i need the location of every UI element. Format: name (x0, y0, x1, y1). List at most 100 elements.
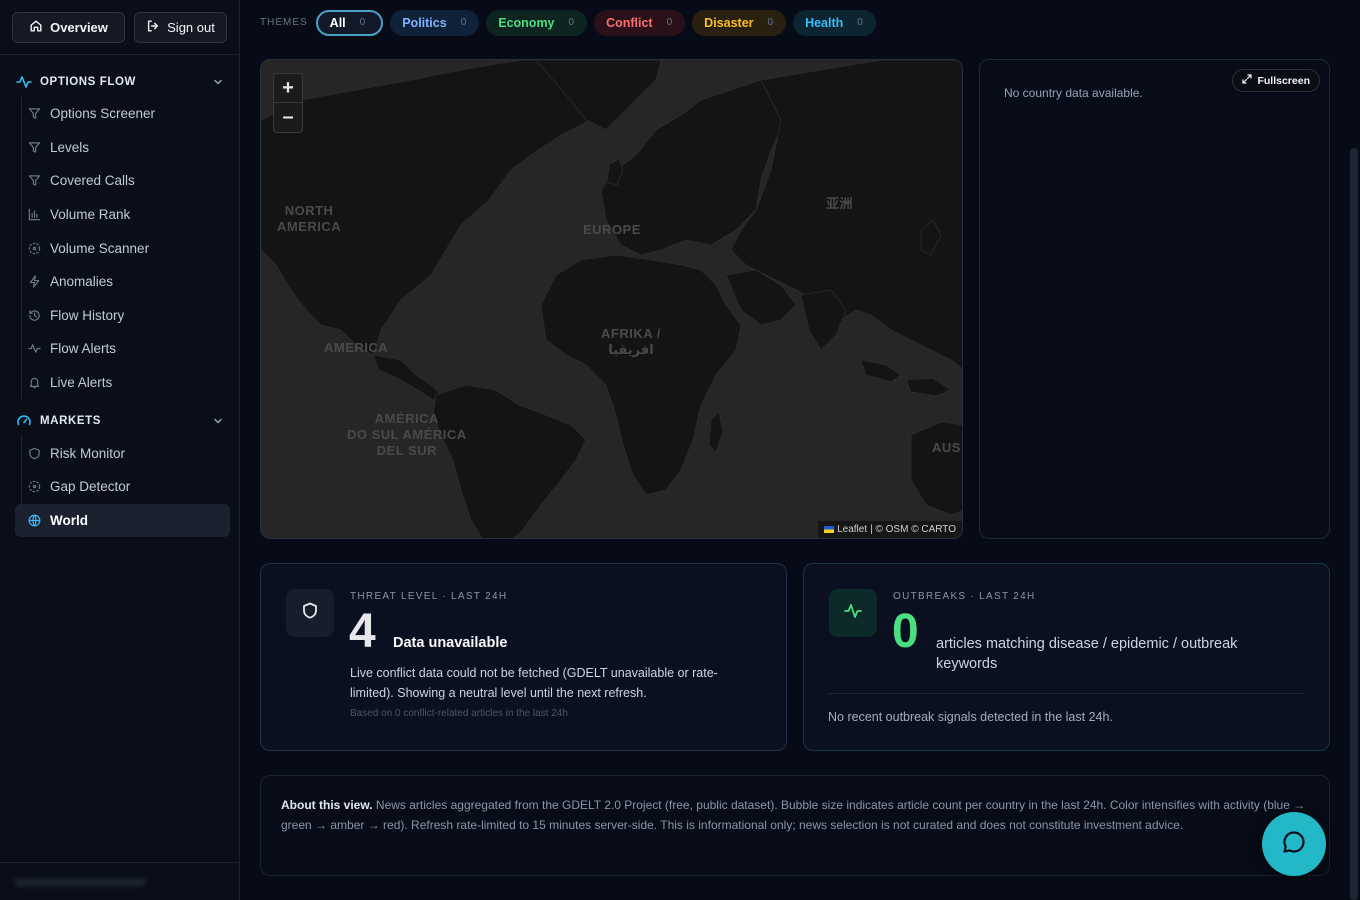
sidebar-item-volume-rank[interactable]: Volume Rank (22, 198, 239, 232)
filter-icon (28, 174, 41, 187)
theme-chip-conflict[interactable]: Conflict 0 (594, 9, 686, 36)
chip-count: 0 (359, 17, 366, 28)
bell-icon (28, 376, 41, 389)
zoom-out-button[interactable]: – (274, 103, 302, 132)
section-header-options-flow[interactable]: OPTIONS FLOW (16, 72, 224, 92)
chip-label: Politics (402, 15, 447, 30)
leaflet-link[interactable]: Leaflet (837, 524, 867, 535)
map-label-south-america: AMÉRICA DO SUL AMÉRICA DEL SUR (347, 411, 467, 458)
map-label-europe: EUROPE (583, 222, 641, 237)
sign-out-label: Sign out (167, 20, 215, 35)
sidebar-item-world[interactable]: World (15, 503, 230, 538)
zoom-control: + – (273, 73, 303, 133)
theme-chip-disaster[interactable]: Disaster 0 (692, 9, 787, 36)
chip-count: 0 (568, 17, 575, 28)
overview-button[interactable]: Overview (12, 12, 125, 43)
sidebar-footer: ■■■■■■■■■■■■■■■■■■ (0, 862, 240, 900)
shield-icon (28, 447, 41, 460)
home-icon (29, 19, 43, 36)
chip-count: 0 (857, 17, 863, 28)
theme-chip-all[interactable]: All 0 (315, 9, 384, 36)
sign-out-icon (146, 19, 160, 36)
section-title: OPTIONS FLOW (40, 76, 136, 88)
ukraine-flag-icon (824, 526, 835, 533)
threat-level-value: 4 (349, 605, 376, 658)
outbreaks-card: OUTBREAKS · LAST 24H 0 articles matching… (803, 563, 1330, 751)
map-label-north-america: NORTH AMERICA (277, 203, 342, 234)
bar-chart-icon (28, 208, 41, 221)
gauge-icon (16, 413, 32, 429)
outbreak-footnote: No recent outbreak signals detected in t… (828, 710, 1113, 724)
sidebar-item-label: Anomalies (50, 274, 114, 290)
sidebar-item-label: Gap Detector (50, 479, 131, 495)
sidebar-item-covered-calls[interactable]: Covered Calls (22, 164, 239, 198)
outbreak-count: 0 (892, 605, 919, 658)
overview-label: Overview (50, 20, 108, 35)
sidebar-item-gap-detector[interactable]: Gap Detector (22, 470, 239, 504)
threat-level-card: THREAT LEVEL · LAST 24H 4 Data unavailab… (260, 563, 787, 751)
threat-footnote: Based on 0 conflict-related articles in … (350, 708, 568, 719)
sidebar: Overview Sign out OPTIONS FLOW Options S… (0, 0, 240, 900)
country-detail-panel: No country data available. Fullscreen (979, 59, 1330, 539)
scanner-icon (28, 242, 41, 255)
threat-description: Live conflict data could not be fetched … (350, 666, 718, 700)
chip-label: Disaster (704, 15, 754, 30)
activity-icon (16, 74, 32, 90)
world-map-land (261, 60, 962, 538)
sidebar-item-label: World (50, 512, 88, 528)
chip-label: All (329, 15, 346, 30)
section-header-markets[interactable]: MARKETS (16, 411, 224, 431)
chip-count: 0 (666, 17, 673, 28)
sidebar-item-label: Options Screener (50, 106, 156, 122)
sidebar-item-live-alerts[interactable]: Live Alerts (22, 366, 239, 400)
sidebar-item-flow-alerts[interactable]: Flow Alerts (22, 332, 239, 366)
map-label-africa: AFRIKA / افريقيا (601, 326, 661, 357)
chip-label: Economy (498, 15, 555, 30)
threat-icon-box (286, 589, 334, 637)
sidebar-item-label: Levels (50, 139, 90, 155)
theme-chip-politics[interactable]: Politics 0 (390, 9, 480, 36)
world-map[interactable]: NORTH AMERICA EUROPE 亚洲 AFRIKA / افريقيا… (260, 59, 963, 539)
sidebar-item-flow-history[interactable]: Flow History (22, 299, 239, 333)
chat-button[interactable] (1262, 812, 1326, 876)
map-label-australia: AUS (932, 440, 961, 455)
sidebar-item-label: Live Alerts (50, 375, 113, 391)
sidebar-item-volume-scanner[interactable]: Volume Scanner (22, 231, 239, 265)
activity-icon (28, 342, 41, 355)
about-section: About this view. News articles aggregate… (260, 775, 1330, 876)
lightning-icon (28, 275, 41, 288)
chip-label: Conflict (606, 15, 653, 30)
nav-markets: Risk Monitor Gap Detector World (15, 436, 239, 538)
filter-icon (28, 107, 41, 120)
threat-status: Data unavailable (393, 635, 508, 651)
chevron-down-icon (212, 415, 224, 427)
history-icon (28, 309, 41, 322)
divider (828, 693, 1305, 694)
map-attribution: Leaflet | © OSM © CARTO (818, 521, 962, 538)
chevron-down-icon (212, 76, 224, 88)
chat-bubble-icon (1281, 829, 1307, 860)
sidebar-item-anomalies[interactable]: Anomalies (22, 265, 239, 299)
globe-icon (28, 514, 41, 527)
theme-chip-health[interactable]: Health 0 (793, 9, 876, 36)
about-heading: About this view. (281, 798, 373, 812)
fullscreen-button[interactable]: Fullscreen (1232, 69, 1320, 92)
sidebar-item-risk-monitor[interactable]: Risk Monitor (22, 436, 239, 470)
sidebar-top-actions: Overview Sign out (0, 0, 239, 55)
sidebar-item-options-screener[interactable]: Options Screener (22, 97, 239, 131)
section-title: MARKETS (40, 415, 102, 428)
expand-icon (1242, 74, 1253, 87)
filter-icon (28, 141, 41, 154)
sidebar-item-levels[interactable]: Levels (22, 131, 239, 165)
outbreak-kicker: OUTBREAKS · LAST 24H (893, 591, 1036, 602)
activity-icon (843, 601, 863, 626)
chip-label: Health (805, 15, 844, 30)
page-scrollbar[interactable] (1350, 148, 1358, 900)
theme-chip-economy[interactable]: Economy 0 (486, 9, 588, 36)
zoom-in-button[interactable]: + (274, 74, 302, 103)
map-label-america: AMERICA (324, 340, 389, 355)
shield-icon (300, 601, 320, 626)
nav-options-flow: Options Screener Levels Covered Calls Vo… (21, 97, 239, 400)
attribution-text: | © OSM © CARTO (870, 524, 956, 535)
sign-out-button[interactable]: Sign out (134, 12, 227, 43)
